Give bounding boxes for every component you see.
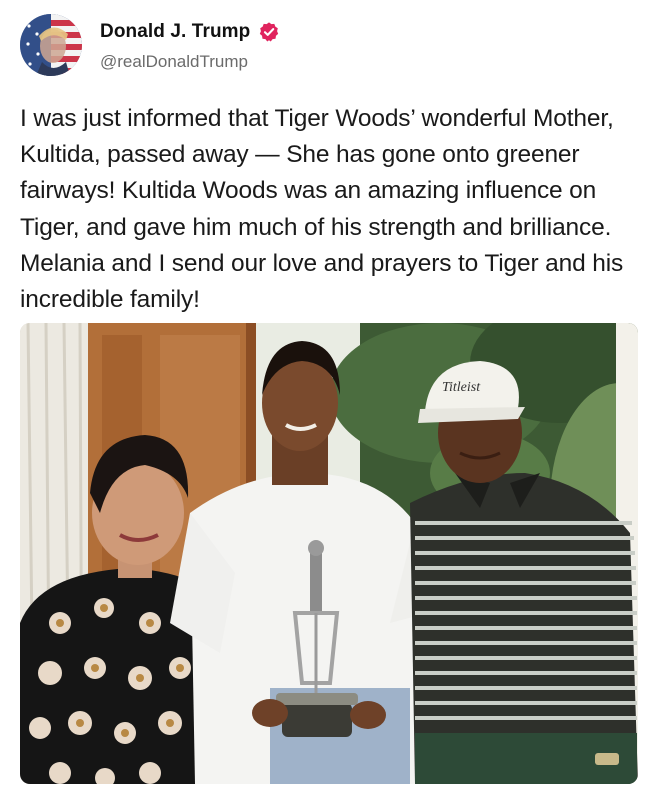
display-name[interactable]: Donald J. Trump bbox=[100, 21, 250, 43]
post-photo-image: Titleist bbox=[20, 323, 638, 784]
name-row: Donald J. Trump bbox=[100, 21, 280, 43]
post-header: Donald J. Trump @realDonaldTrump bbox=[20, 14, 640, 78]
cap-logo-text: Titleist bbox=[442, 380, 481, 395]
handle[interactable]: @realDonaldTrump bbox=[100, 52, 248, 72]
post-photo[interactable]: Titleist bbox=[20, 323, 638, 784]
avatar[interactable] bbox=[20, 14, 82, 76]
verified-badge-icon bbox=[260, 22, 279, 42]
avatar-image bbox=[20, 14, 82, 76]
post-text: I was just informed that Tiger Woods’ wo… bbox=[20, 105, 624, 314]
